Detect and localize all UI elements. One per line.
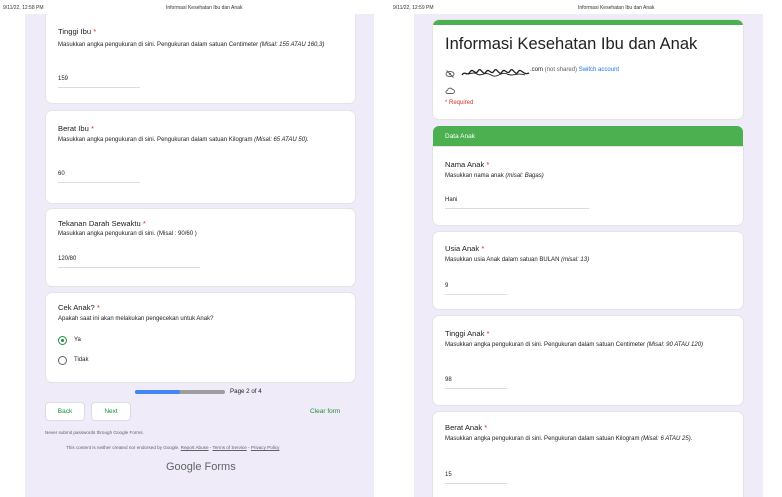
page-indicator: Page 2 of 4 [230,388,262,395]
answer-value[interactable]: 120/80 [58,256,76,262]
print-title: Informasi Kesehatan Ibu dan Anak [166,5,243,11]
question-title: Tinggi Ibu * [58,27,97,36]
switch-account-link[interactable]: Switch account [579,67,619,73]
answer-value[interactable]: 159 [58,76,68,82]
question-card-berat-ibu: Berat Ibu * Masukkan angka pengukuran di… [46,111,355,203]
answer-value[interactable]: 60 [58,171,65,177]
clear-form-button[interactable]: Clear form [310,408,340,415]
question-title: Tekanan Darah Sewaktu * [58,219,146,228]
disclaimer: This content is neither created nor endo… [66,445,280,450]
question-description: Masukkan angka pengukuran di sini. Pengu… [445,436,693,442]
question-description: Masukkan angka pengukuran di sini. (Misa… [58,231,197,237]
radio-option-ya[interactable] [58,336,67,345]
answer-underline [445,208,589,209]
required-note: * Required [445,100,474,106]
answer-value[interactable]: 98 [445,377,452,383]
question-card-cek-anak: Cek Anak? * Apakah saat ini akan melakuk… [46,293,355,382]
answer-value[interactable]: 9 [445,283,448,289]
question-card-usia-anak: Usia Anak * Masukkan usia Anak dalam sat… [433,232,743,309]
progress-fill [135,390,180,394]
question-title: Berat Anak * [445,423,488,432]
right-page: Informasi Kesehatan Ibu dan Anak .com (n… [414,14,763,497]
question-description: Masukkan angka pengukuran di sini. Pengu… [58,137,309,143]
radio-option-tidak[interactable] [58,356,67,365]
question-card-tinggi-ibu: Tinggi Ibu * Masukkan angka pengukuran d… [46,14,355,103]
left-print-header: 9/11/22, 12:58 PM Informasi Kesehatan Ib… [0,0,391,14]
hidden-eye-icon [445,66,455,78]
question-title: Usia Anak * [445,244,485,253]
question-card-berat-anak: Berat Anak * Masukkan angka pengukuran d… [433,412,743,497]
question-description: Apakah saat ini akan melakukan pengeceka… [58,316,214,322]
radio-label-tidak: Tidak [74,357,89,363]
radio-label-ya: Ya [74,337,81,343]
terms-link[interactable]: Terms of Service [213,445,247,450]
cloud-icon [445,82,455,94]
question-card-nama-anak: Nama Anak * Masukkan nama anak (misal: B… [433,147,743,225]
google-forms-logo: Google Forms [166,461,236,473]
progress-bar [135,390,225,394]
account-line: .com (not shared) Switch account [530,67,620,73]
answer-underline [58,182,140,183]
form-header-card: Informasi Kesehatan Ibu dan Anak .com (n… [433,20,743,119]
question-card-tekanan-darah: Tekanan Darah Sewaktu * Masukkan angka p… [46,209,355,286]
answer-underline [445,294,507,295]
section-header: Data Anak [433,126,743,147]
left-page: Tinggi Ibu * Masukkan angka pengukuran d… [25,14,374,497]
report-abuse-link[interactable]: Report Abuse [181,445,209,450]
section-title: Data Anak [445,133,475,140]
question-description: Masukkan nama anak (misal: Bagas) [445,173,544,179]
answer-value[interactable]: 15 [445,472,452,478]
print-datetime: 9/11/22, 12:59 PM [393,5,434,11]
question-title: Berat Ibu * [58,124,94,133]
print-title: Informasi Kesehatan Ibu dan Anak [578,5,655,11]
answer-underline [58,267,200,268]
answer-value[interactable]: Hani [445,197,457,203]
form-header-accent [433,20,743,25]
right-print-header: 9/11/22, 12:59 PM Informasi Kesehatan Ib… [391,0,782,14]
never-submit-notice: Never submit passwords through Google Fo… [45,430,144,435]
answer-underline [445,388,507,389]
print-datetime: 9/11/22, 12:58 PM [3,5,44,11]
question-description: Masukkan angka pengukuran di sini. Pengu… [58,42,325,48]
question-title: Tinggi Anak * [445,329,490,338]
answer-underline [58,87,140,88]
answer-underline [445,483,507,484]
privacy-link[interactable]: Privacy Policy [251,445,280,450]
next-button[interactable]: Next [92,403,130,420]
question-card-tinggi-anak: Tinggi Anak * Masukkan angka pengukuran … [433,316,743,405]
question-description: Masukkan usia Anak dalam satuan BULAN (m… [445,257,590,263]
form-title: Informasi Kesehatan Ibu dan Anak [445,35,698,53]
back-button[interactable]: Back [46,403,84,420]
account-email-redacted [461,65,530,77]
question-description: Masukkan angka pengukuran di sini. Pengu… [445,342,704,348]
question-title: Nama Anak * [445,160,490,169]
question-title: Cek Anak? * [58,303,100,312]
